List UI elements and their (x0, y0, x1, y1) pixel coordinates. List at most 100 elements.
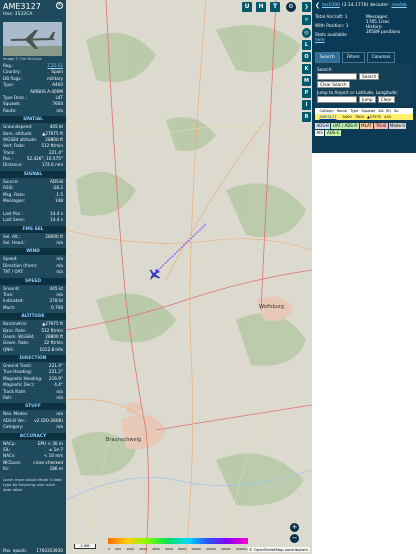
map-button-u[interactable]: U (242, 2, 252, 12)
speed-label: Mach: (3, 304, 16, 310)
wind-row: TAT / OAT: n/a (0, 269, 66, 275)
search-label: Search: (317, 67, 333, 72)
map-button-t[interactable]: T (270, 2, 280, 12)
collapse-panel-icon[interactable]: ❮ (315, 2, 320, 9)
accuracy-list: NACp: EPU < 30 m SIL: ≤ 1e-7 NACv: < 10 m/s NI… (0, 441, 66, 473)
fms-label: Sel. Head.: (3, 239, 26, 245)
epoch-value: 1760353930 (36, 548, 63, 553)
stuff-label: Category: (3, 424, 24, 430)
altitude-tick: 10000 (191, 547, 201, 551)
speed-value: 0.708 (51, 304, 63, 310)
section-stuff: STUFF (0, 403, 66, 411)
stuff-list: Nav. Modes: n/a ADS-B Ver.: v2 (DO-260B) Cat… (0, 411, 66, 430)
sidebar-collapse-icon[interactable]: ✕ (302, 15, 311, 25)
tab-columns[interactable]: Columns (366, 52, 396, 63)
map-button-k[interactable]: K (302, 64, 311, 74)
altitude-list: Barometric: ▲27975 ft Baro. Rate: 512 ft/mi… (0, 321, 66, 353)
map-button-p[interactable]: P (302, 88, 311, 98)
altitude-tick: 20000 (206, 547, 216, 551)
layers-icon[interactable]: ◎ (302, 28, 311, 38)
aircraft-photo[interactable] (3, 22, 62, 56)
wind-value: n/a (56, 269, 63, 275)
table-cell[interactable]: AME3127 (318, 114, 338, 120)
position-epoch: Pos. epoch: 1760353930 (0, 547, 66, 554)
decoder-link[interactable]: readsb (391, 3, 406, 8)
legend-item: TIS-B (374, 123, 388, 129)
tab-filters[interactable]: Filters (341, 52, 365, 63)
close-icon[interactable]: × (56, 2, 63, 9)
total-aircraft-value: 1 (344, 15, 348, 20)
panel-tabs: Search Filters Columns (315, 52, 413, 63)
signal-label: Last Seen: (3, 217, 25, 223)
signal-value: 148 (55, 198, 63, 204)
with-position-label: With Position: (315, 24, 345, 29)
legend-item: ADS-C (325, 130, 342, 136)
fms-list: Sel. Alt.: 28000 ft Sel. Head.: n/a (0, 234, 66, 247)
history-value: 26589 positions (365, 30, 401, 35)
section-direction: DIRECTION (0, 355, 66, 363)
map-button-h[interactable]: H (256, 2, 266, 12)
total-aircraft-label: Total Aircraft: (315, 15, 344, 20)
settings-gear-icon[interactable]: ⚙ (286, 2, 296, 12)
source-legend: ADS-B UAT / ADS-R MLAT TIS-B Mode-S AIS ADS-C (315, 123, 413, 136)
aircraft-infoblock: AME3127 Hex: 3532CA × Image © Tim McGuir… (0, 0, 66, 554)
section-signal: SIGNAL (0, 170, 66, 178)
stats-here-link[interactable]: here (315, 38, 362, 43)
aircraft-list-panel: ❮ tar1090 (3.14.1776) decoder: readsb To… (312, 0, 416, 554)
altitude-label: QNH: (3, 346, 14, 352)
zoom-in-button[interactable]: + (290, 523, 299, 532)
section-spatial: SPATIAL (0, 116, 66, 124)
toggle-sidebar-icon[interactable]: ❯ (302, 2, 311, 12)
fms-row: Sel. Head.: n/a (0, 240, 66, 246)
section-altitude: ALTITUDE (0, 313, 66, 321)
section-speed: SPEED (0, 277, 66, 285)
search-button[interactable]: Search (359, 73, 380, 80)
with-position-value: 1 (345, 24, 349, 29)
map-view[interactable]: Wolfsburg Braunschweig U H T ⚙ ❯ ✕ ◎ L O… (66, 0, 312, 554)
map-button-o[interactable]: O (302, 52, 311, 62)
signal-value: 14.4 s (50, 217, 63, 223)
tar1090-link[interactable]: tar1090 (322, 3, 340, 8)
column-header[interactable]: Sp (393, 108, 401, 114)
direction-label: Roll: (3, 395, 13, 401)
callsign: AME3127 (3, 2, 41, 11)
jump-button[interactable]: Jump (359, 96, 376, 103)
wind-label: TAT / OAT: (3, 269, 24, 275)
altitude-value: 1012.8 hPa (39, 346, 63, 352)
altitude-tick: 8000 (178, 547, 186, 551)
details-value: n/a (56, 107, 63, 113)
spatial-row: Distance: 174.6 nmi (0, 162, 66, 168)
legend-item: Mode-S (388, 123, 407, 129)
search-tab-body: Search: Search Clear Search Jump to Airp… (315, 63, 413, 105)
map-button-r[interactable]: R (302, 112, 311, 122)
map-button-l[interactable]: L (302, 40, 311, 50)
stuff-value: n/a (56, 424, 63, 430)
map-button-i[interactable]: I (302, 100, 311, 110)
accuracy-label: Rc: (3, 466, 10, 472)
hex-id: Hex: 3532CA (3, 12, 33, 17)
jump-input[interactable] (317, 96, 357, 103)
legend-item: MLAT (359, 123, 374, 129)
zoom-out-button[interactable]: − (290, 534, 299, 543)
map-attribution[interactable]: © OpenStreetMap contributors. (247, 547, 310, 552)
search-input[interactable] (317, 73, 357, 80)
table-cell: ▲27975 (366, 115, 382, 119)
altitude-tick: 500 (115, 547, 121, 551)
infoblock-header: AME3127 Hex: 3532CA × (0, 0, 66, 22)
map-canvas[interactable]: Wolfsburg Braunschweig (66, 0, 312, 554)
tab-search[interactable]: Search (315, 52, 340, 63)
panel-title: ❮ tar1090 (3.14.1776) decoder: readsb (315, 2, 413, 9)
version-text: (3.14.1776) decoder: (341, 3, 390, 8)
photo-credit: Image © Tim McGuire (3, 57, 42, 61)
table-cell: 7604 (354, 115, 364, 119)
clear-search-button[interactable]: Clear Search (317, 81, 350, 88)
jump-label: Jump to Airport or Latitude, Longitude: (317, 90, 398, 95)
stats-block: Total Aircraft: 1 With Position: 1 Stats… (315, 15, 413, 43)
map-button-m[interactable]: M (302, 76, 311, 86)
direction-list: Ground Track: 221.4° True Heading: 221.2° Ma… (0, 363, 66, 401)
altitude-tick: 0 (108, 547, 110, 551)
legend-item: AIS (315, 130, 325, 136)
clear-jump-button[interactable]: Clear (377, 96, 395, 103)
table-row[interactable]: AME3127 A400 7604 ▲27975 445 (315, 114, 413, 120)
speed-row: Mach: 0.708 (0, 305, 66, 311)
